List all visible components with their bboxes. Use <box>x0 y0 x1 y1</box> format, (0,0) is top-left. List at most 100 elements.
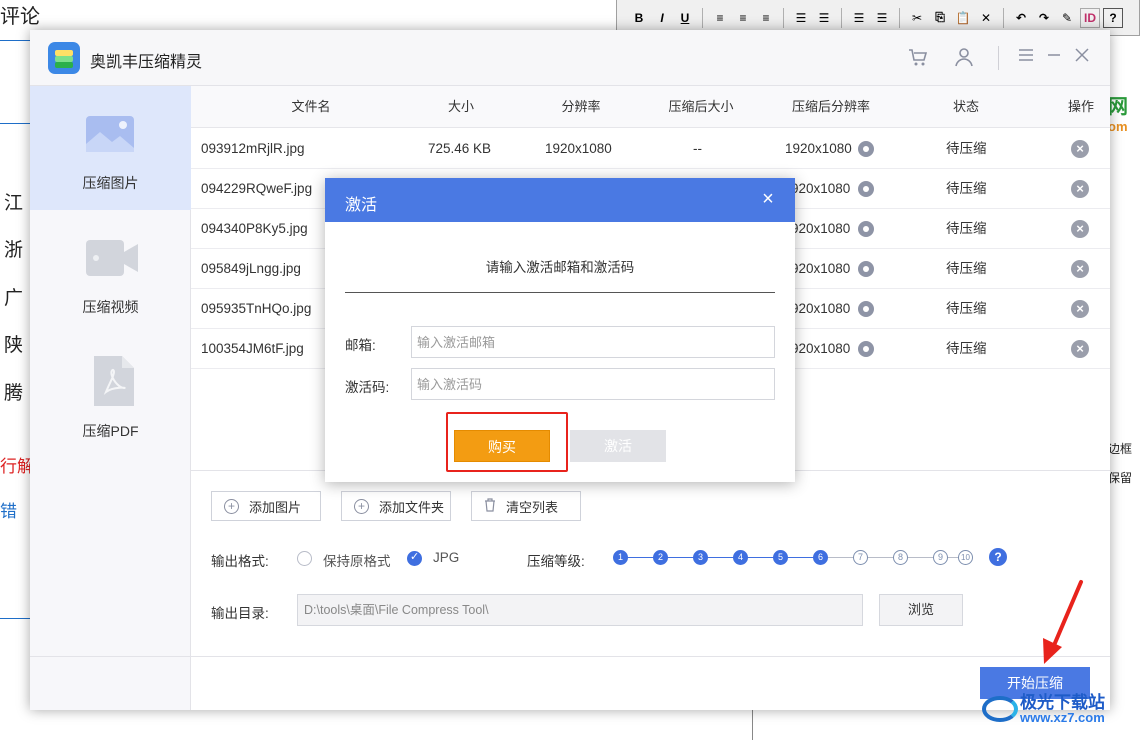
compressed-resolution: 920x1080 <box>791 181 851 196</box>
activation-code-field[interactable] <box>411 368 775 400</box>
level-2[interactable]: 2 <box>653 550 668 565</box>
indent-button[interactable]: ☰ <box>872 7 892 28</box>
radio-jpg-label: JPG <box>433 550 460 565</box>
cut-button[interactable]: ✂ <box>907 7 927 28</box>
remove-row-icon[interactable]: × <box>1071 260 1089 278</box>
email-label: 邮箱: <box>345 338 376 353</box>
output-dir-label: 输出目录: <box>211 606 269 621</box>
trash-icon <box>484 497 496 515</box>
output-dir-field[interactable]: D:\tools\桌面\File Compress Tool\ <box>297 594 863 626</box>
help-icon[interactable]: ? <box>989 548 1007 566</box>
table-row[interactable]: 093912mRjlR.jpg 725.46 KB 1920x1080 -- 1… <box>191 129 1110 169</box>
toolbar-separator <box>783 7 784 28</box>
remove-row-icon[interactable]: × <box>1071 300 1089 318</box>
dialog-prompt: 请输入激活邮箱和激活码 <box>485 260 635 275</box>
footer: 开始压缩 <box>30 656 1110 710</box>
sidebar-item-label: 压缩PDF <box>82 423 139 439</box>
outdent-button[interactable]: ☰ <box>849 7 869 28</box>
activation-code-label: 激活码: <box>345 380 390 395</box>
level-4[interactable]: 4 <box>733 550 748 565</box>
bg-right-fragment: 边框 保留 <box>1108 436 1140 496</box>
gear-icon[interactable] <box>858 221 874 237</box>
bg-right-text: 边框 <box>1108 442 1133 456</box>
undo-button[interactable]: ↶ <box>1011 7 1031 28</box>
dialog-close-icon[interactable]: × <box>757 188 779 210</box>
toolbar-separator <box>1003 7 1004 28</box>
paste-button[interactable]: 📋 <box>953 7 973 28</box>
italic-button[interactable]: I <box>652 7 672 28</box>
level-8[interactable]: 8 <box>893 550 908 565</box>
bold-button[interactable]: B <box>629 7 649 28</box>
remove-row-icon[interactable]: × <box>1071 340 1089 358</box>
user-icon[interactable] <box>952 46 976 70</box>
help-button[interactable]: ? <box>1103 7 1123 28</box>
gear-icon[interactable] <box>858 141 874 157</box>
level-7[interactable]: 7 <box>853 550 868 565</box>
bg-divider <box>752 705 753 740</box>
ordered-list-button[interactable]: ☰ <box>791 7 811 28</box>
status-text: 待压缩 <box>946 341 987 356</box>
bg-side-char: 江 <box>4 193 24 214</box>
level-5[interactable]: 5 <box>773 550 788 565</box>
compressed-resolution: 1920x1080 <box>785 141 852 156</box>
gear-icon[interactable] <box>858 261 874 277</box>
column-header: 大小 <box>447 99 474 114</box>
status-text: 待压缩 <box>946 141 987 156</box>
bg-right-text: 网 <box>1108 96 1128 118</box>
level-9[interactable]: 9 <box>933 550 948 565</box>
level-10[interactable]: 10 <box>958 550 973 565</box>
unordered-list-button[interactable]: ☰ <box>814 7 834 28</box>
bg-right-text: om <box>1108 119 1128 134</box>
remove-row-icon[interactable]: × <box>1071 180 1089 198</box>
redo-button[interactable]: ↷ <box>1034 7 1054 28</box>
delete-button[interactable]: ✕ <box>976 7 996 28</box>
menu-icon[interactable] <box>1014 46 1038 70</box>
align-left-button[interactable]: ≡ <box>710 7 730 28</box>
remove-row-icon[interactable]: × <box>1071 220 1089 238</box>
gear-icon[interactable] <box>858 181 874 197</box>
edit-button[interactable]: ✎ <box>1057 7 1077 28</box>
email-field[interactable] <box>411 326 775 358</box>
compressed-resolution: 920x1080 <box>791 221 851 236</box>
compression-level-label: 压缩等级: <box>527 554 585 569</box>
toolbar-separator <box>841 7 842 28</box>
bg-side-char: 广 <box>4 288 24 309</box>
radio-jpg[interactable] <box>407 550 422 566</box>
app-header: 奥凯丰压缩精灵 <box>30 30 1110 86</box>
remove-row-icon[interactable]: × <box>1071 140 1089 158</box>
copy-button[interactable]: ⎘ <box>930 7 950 28</box>
column-header: 压缩后分辨率 <box>791 99 870 114</box>
level-3[interactable]: 3 <box>693 550 708 565</box>
bg-blue-link[interactable]: 错 <box>0 497 17 522</box>
gear-icon[interactable] <box>858 341 874 357</box>
toolbar-separator <box>702 7 703 28</box>
align-center-button[interactable]: ≡ <box>733 7 753 28</box>
level-6[interactable]: 6 <box>813 550 828 565</box>
column-header: 压缩后大小 <box>668 99 734 114</box>
button-label: 添加文件夹 <box>379 499 445 515</box>
id-button[interactable]: ID <box>1080 7 1100 28</box>
sidebar-item-compress-pdf[interactable]: 压缩PDF <box>30 334 191 458</box>
status-text: 待压缩 <box>946 221 987 236</box>
minimize-icon[interactable] <box>1042 46 1066 70</box>
close-icon[interactable] <box>1070 46 1094 70</box>
add-image-button[interactable]: + 添加图片 <box>211 491 321 521</box>
radio-keep-format[interactable] <box>297 551 312 566</box>
align-right-button[interactable]: ≡ <box>756 7 776 28</box>
underline-button[interactable]: U <box>675 7 695 28</box>
watermark-url: www.xz7.com <box>1020 710 1105 725</box>
activate-button[interactable]: 激活 <box>570 430 666 462</box>
sidebar-item-compress-video[interactable]: 压缩视频 <box>30 210 191 334</box>
level-1[interactable]: 1 <box>613 550 628 565</box>
plus-icon: + <box>224 498 239 514</box>
bg-side-char: 陕 <box>4 335 24 356</box>
file-size: 725.46 KB <box>428 141 492 156</box>
browse-button[interactable]: 浏览 <box>879 594 963 626</box>
clear-list-button[interactable]: 清空列表 <box>471 491 581 521</box>
sidebar-item-compress-image[interactable]: 压缩图片 <box>30 86 191 210</box>
sidebar-item-label: 压缩视频 <box>82 299 139 315</box>
gear-icon[interactable] <box>858 301 874 317</box>
file-table-header: 文件名 大小 分辨率 压缩后大小 压缩后分辨率 状态 操作 <box>191 86 1110 128</box>
add-folder-button[interactable]: + 添加文件夹 <box>341 491 451 521</box>
cart-icon[interactable] <box>906 46 930 70</box>
